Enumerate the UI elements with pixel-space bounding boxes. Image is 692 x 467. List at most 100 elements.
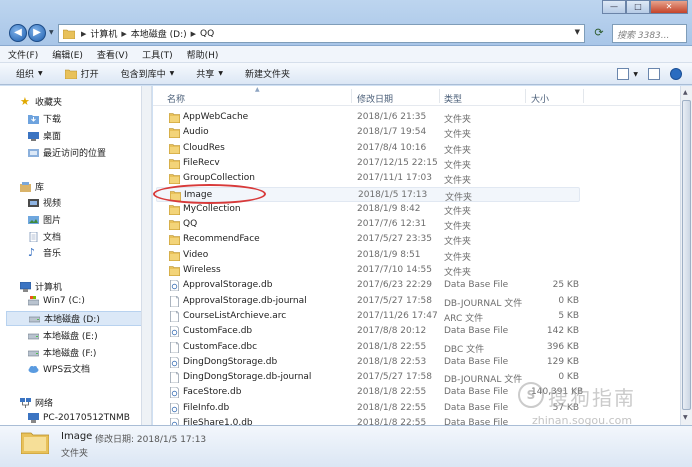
preview-pane-icon[interactable] <box>648 68 660 80</box>
column-divider[interactable] <box>351 89 352 103</box>
close-button[interactable]: ✕ <box>650 0 688 14</box>
file-size: 140,391 KB <box>531 387 584 398</box>
minimize-button[interactable]: — <box>602 0 626 14</box>
include-in-library-button[interactable]: 包含到库中 ▼ <box>121 67 175 80</box>
database-file-icon <box>169 325 180 338</box>
column-type[interactable]: 类型 <box>444 92 462 105</box>
breadcrumb-drive-d[interactable]: 本地磁盘 (D:) <box>131 27 187 40</box>
change-view-icon[interactable] <box>617 68 630 80</box>
file-list-scrollbar[interactable]: ▲ ▼ <box>680 86 692 425</box>
column-date[interactable]: 修改日期 <box>357 92 393 105</box>
nav-network-pc[interactable]: PC-20170512TNMB <box>28 413 130 423</box>
open-button[interactable]: 打开 <box>64 67 99 80</box>
file-row[interactable]: Wireless 2017/7/10 14:55 文件夹 <box>153 263 680 278</box>
file-row[interactable]: QQ 2017/7/6 12:31 文件夹 <box>153 217 680 232</box>
nav-pictures[interactable]: 图片 <box>28 213 61 226</box>
nav-recent-places[interactable]: 最近访问的位置 <box>28 146 106 159</box>
file-row[interactable]: RecommendFace 2017/5/27 23:35 文件夹 <box>153 232 680 247</box>
nav-downloads[interactable]: 下载 <box>28 112 61 125</box>
menu-view[interactable]: 查看(V) <box>97 48 128 61</box>
nav-network-label: 网络 <box>35 399 54 409</box>
file-row[interactable]: CloudRes 2017/8/4 10:16 文件夹 <box>153 141 680 156</box>
column-divider[interactable] <box>583 89 584 103</box>
nav-music[interactable]: ♪ 音乐 <box>28 246 61 260</box>
picture-library-icon <box>28 215 39 224</box>
breadcrumb-computer[interactable]: 计算机 <box>90 27 117 40</box>
share-button[interactable]: 共享 ▼ <box>196 67 223 80</box>
file-size: 0 KB <box>558 372 579 383</box>
file-row[interactable]: Image 2018/1/5 17:13 文件夹 <box>156 186 580 203</box>
help-icon[interactable] <box>670 68 682 80</box>
file-row[interactable]: CustomFace.db 2017/8/8 20:12 Data Base Fil… <box>153 324 680 339</box>
search-input[interactable]: 搜索 3383... <box>612 24 687 43</box>
scrollbar-thumb[interactable] <box>682 100 691 410</box>
menu-edit[interactable]: 编辑(E) <box>52 48 83 61</box>
nav-desktop[interactable]: 桌面 <box>28 129 61 142</box>
file-row[interactable]: CourseListArchieve.arc 2017/11/26 17:47 AR… <box>153 309 680 324</box>
breadcrumb-separator[interactable]: ▶ <box>191 30 196 38</box>
file-list: ▲ 名称 修改日期 类型 大小 AppWebCache 2018/1/6 21:3… <box>153 86 680 425</box>
file-type: Data Base File <box>444 326 509 337</box>
file-name: FileInfo.db <box>183 402 230 413</box>
file-size: 5 KB <box>558 310 579 321</box>
scroll-down-arrow[interactable]: ▼ <box>683 414 688 421</box>
file-row[interactable]: ApprovalStorage.db-journal 2017/5/27 17:5… <box>153 294 680 309</box>
folder-icon <box>168 265 181 277</box>
new-folder-button[interactable]: 新建文件夹 <box>245 67 290 80</box>
breadcrumb-separator[interactable]: ▶ <box>81 30 86 38</box>
menu-file[interactable]: 文件(F) <box>8 48 38 61</box>
navigation-pane-scrollbar[interactable] <box>142 86 152 425</box>
nav-computer[interactable]: 计算机 <box>20 280 62 293</box>
file-row[interactable]: MyCollection 2018/1/9 8:42 文件夹 <box>153 202 680 217</box>
nav-network-pc-label: PC-20170512TNMB <box>43 413 130 423</box>
file-row[interactable]: GroupCollection 2017/11/1 17:03 文件夹 <box>153 171 680 186</box>
nav-drive-e[interactable]: 本地磁盘 (E:) <box>28 329 98 342</box>
nav-drive-f[interactable]: 本地磁盘 (F:) <box>28 346 96 359</box>
file-row[interactable]: FaceStore.db 2018/1/8 22:55 Data Base File… <box>153 385 680 400</box>
caret-down-icon[interactable]: ▼ <box>633 71 638 78</box>
nav-libraries[interactable]: 库 <box>20 180 44 193</box>
nav-drive-c[interactable]: Win7 (C:) <box>28 296 85 306</box>
file-row[interactable]: AppWebCache 2018/1/6 21:35 文件夹 <box>153 110 680 125</box>
file-row[interactable]: FileRecv 2017/12/15 22:15 文件夹 <box>153 156 680 171</box>
file-name: AppWebCache <box>183 112 249 122</box>
breadcrumb-qq[interactable]: QQ <box>200 29 214 39</box>
file-row[interactable]: DingDongStorage.db 2018/1/8 22:53 Data Bas… <box>153 355 680 370</box>
column-divider[interactable] <box>525 89 526 103</box>
refresh-button[interactable]: ⟳ <box>590 25 608 42</box>
organize-button[interactable]: 组织 ▼ <box>16 67 43 80</box>
column-name[interactable]: 名称 <box>167 92 185 105</box>
file-row[interactable]: ApprovalStorage.db 2017/6/23 22:29 Data Ba… <box>153 278 680 293</box>
include-in-library-label: 包含到库中 <box>120 70 166 80</box>
recent-pages-dropdown[interactable]: ▼ <box>49 29 54 36</box>
file-modified-date: 2017/5/27 17:58 <box>357 295 432 306</box>
file-row[interactable]: Video 2018/1/9 8:51 文件夹 <box>153 248 680 263</box>
file-row[interactable]: Audio 2018/1/7 19:54 文件夹 <box>153 125 680 140</box>
breadcrumb-separator[interactable]: ▶ <box>121 30 126 38</box>
nav-network[interactable]: 网络 <box>20 396 53 409</box>
file-row[interactable]: FileInfo.db 2018/1/8 22:55 Data Base File 5… <box>153 401 680 416</box>
file-row[interactable]: DingDongStorage.db-journal 2017/5/27 17:5… <box>153 370 680 385</box>
file-type: Data Base File <box>444 387 509 398</box>
file-row[interactable]: FileShare1.0.db 2018/1/8 22:55 Data Base F… <box>153 416 680 425</box>
file-size: 142 KB <box>546 326 579 337</box>
back-button[interactable]: ◀ <box>9 24 27 42</box>
menu-help[interactable]: 帮助(H) <box>187 48 219 61</box>
file-row[interactable]: CustomFace.dbc 2018/1/8 22:55 DBC 文件 396 KB <box>153 340 680 355</box>
file-name: CustomFace.dbc <box>183 341 258 352</box>
nav-favorites[interactable]: ★ 收藏夹 <box>20 95 62 109</box>
address-bar[interactable]: ▶ 计算机 ▶ 本地磁盘 (D:) ▶ QQ ▼ <box>58 24 585 43</box>
nav-drive-d[interactable]: 本地磁盘 (D:) <box>6 311 141 326</box>
address-history-dropdown[interactable]: ▼ <box>575 28 580 36</box>
scroll-up-arrow[interactable]: ▲ <box>683 89 688 96</box>
maximize-button[interactable]: □ <box>626 0 650 14</box>
nav-documents-label: 文档 <box>43 233 62 243</box>
nav-documents[interactable]: 文档 <box>28 230 61 243</box>
folder-icon <box>168 112 181 124</box>
menu-tools[interactable]: 工具(T) <box>142 48 173 61</box>
column-size[interactable]: 大小 <box>531 92 549 105</box>
forward-button[interactable]: ▶ <box>28 24 46 42</box>
column-divider[interactable] <box>439 89 440 103</box>
nav-videos[interactable]: 视频 <box>28 196 61 209</box>
nav-wps-cloud[interactable]: WPS云文档 <box>28 362 90 375</box>
